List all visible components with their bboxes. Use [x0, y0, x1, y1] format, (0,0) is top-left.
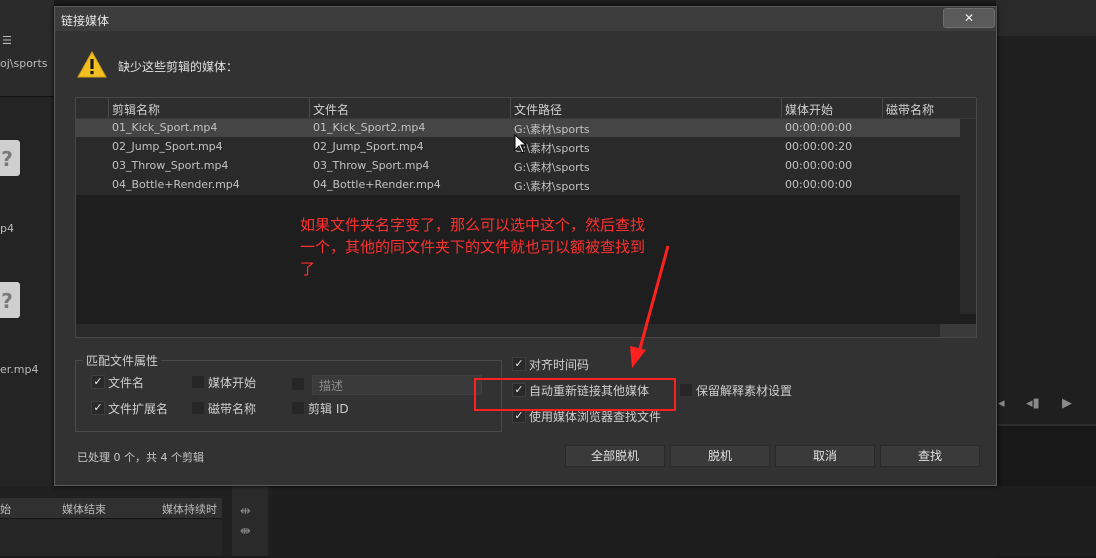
annotation-arrow-icon — [630, 245, 670, 368]
mouse-cursor-icon — [514, 134, 528, 154]
